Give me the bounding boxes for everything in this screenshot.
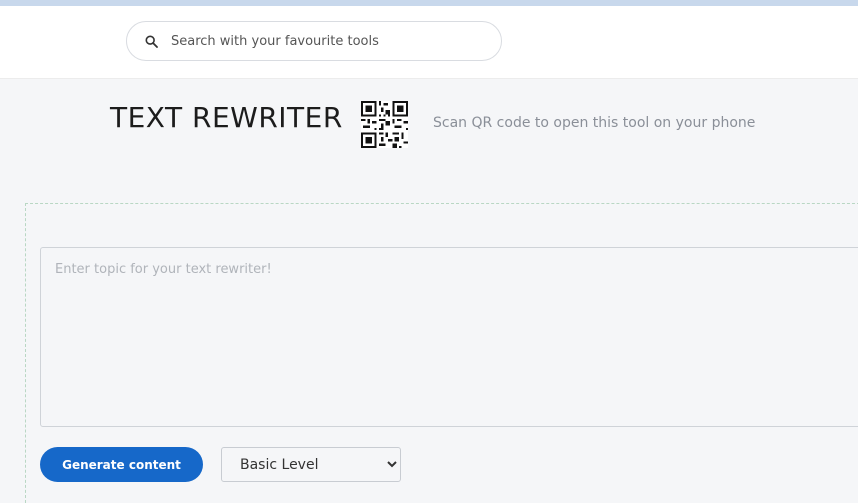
- site-header: [0, 6, 858, 79]
- level-select[interactable]: Basic Level: [221, 447, 401, 482]
- qr-caption: Scan QR code to open this tool on your p…: [433, 115, 756, 131]
- generate-content-button[interactable]: Generate content: [40, 447, 203, 482]
- search-bar[interactable]: [126, 21, 502, 61]
- search-icon: [144, 34, 159, 49]
- page-title: TEXT REWRITER: [110, 101, 343, 134]
- search-input[interactable]: [169, 32, 493, 50]
- qr-code-icon: [361, 101, 408, 148]
- topic-textarea[interactable]: [40, 247, 858, 427]
